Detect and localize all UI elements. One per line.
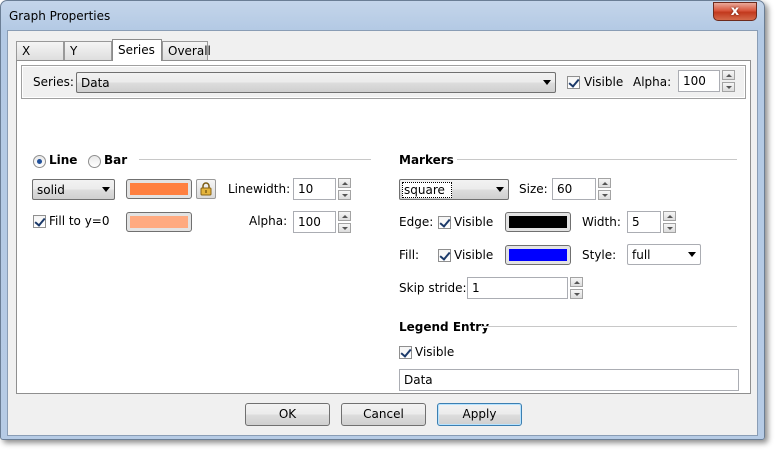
series-tab-panel: Series: Data Visible Alpha: 100 Line Bar (16, 60, 751, 394)
fill-to-zero-label: Fill to y=0 (49, 214, 110, 228)
linewidth-label: Linewidth: (228, 182, 291, 196)
markers-divider (457, 159, 737, 161)
edge-color-button[interactable] (505, 212, 571, 232)
fill-to-zero-checkbox[interactable] (33, 215, 46, 228)
chevron-down-icon (496, 187, 504, 192)
dialog-client: X Axis Y Axis Series Overall Series: Dat… (7, 30, 758, 436)
marker-size-spinner[interactable]: 60 (552, 178, 611, 200)
tab-y-axis[interactable]: Y Axis (64, 41, 112, 76)
spin-down-icon[interactable] (722, 82, 735, 92)
close-button[interactable]: x (713, 2, 757, 21)
series-selector-group: Series: Data Visible Alpha: 100 (21, 65, 746, 99)
tab-series[interactable]: Series (112, 39, 162, 61)
marker-style-value: full (632, 248, 651, 262)
line-color-swatch (130, 183, 188, 195)
ok-button[interactable]: OK (245, 403, 330, 426)
linewidth-spinner[interactable]: 10 (293, 178, 351, 200)
skip-stride-label: Skip stride: (399, 281, 467, 295)
legend-entry-input[interactable]: Data (399, 369, 739, 391)
chevron-down-icon (102, 187, 110, 192)
series-alpha-field[interactable]: 100 (678, 70, 720, 92)
tab-overall[interactable]: Overall (162, 41, 211, 60)
line-radio[interactable] (33, 155, 46, 168)
marker-fill-color-swatch (509, 249, 567, 261)
series-dropdown[interactable]: Data (76, 72, 556, 93)
apply-button[interactable]: Apply (437, 403, 522, 426)
skip-stride-spinner[interactable]: 1 (467, 277, 583, 299)
marker-size-label: Size: (519, 182, 548, 196)
skip-stride-field[interactable]: 1 (467, 277, 568, 299)
edge-color-swatch (509, 216, 567, 228)
chevron-down-icon (543, 80, 551, 85)
fill-color-button[interactable] (126, 212, 192, 232)
series-visible-label: Visible (584, 75, 624, 89)
lock-icon (200, 182, 212, 196)
spin-up-icon[interactable] (338, 211, 351, 221)
line-radio-label: Line (49, 153, 78, 167)
marker-size-field[interactable]: 60 (552, 178, 596, 200)
chevron-down-icon (688, 252, 696, 257)
edge-width-label: Width: (582, 215, 621, 229)
skip-stride-value: 1 (472, 281, 480, 295)
legend-entry-value: Data (404, 373, 433, 387)
spin-down-icon[interactable] (338, 190, 351, 200)
linewidth-field[interactable]: 10 (293, 178, 336, 200)
bar-radio[interactable] (88, 155, 101, 168)
series-label: Series: (33, 75, 74, 89)
fill-color-swatch (130, 216, 188, 228)
series-alpha-value: 100 (683, 74, 706, 88)
spin-up-icon[interactable] (722, 70, 735, 80)
title-bar[interactable]: Graph Properties x (1, 1, 764, 31)
tab-x-axis[interactable]: X Axis (16, 41, 64, 76)
spin-down-icon[interactable] (570, 289, 583, 299)
spin-up-icon[interactable] (570, 277, 583, 287)
legend-heading: Legend Entry (399, 320, 490, 334)
spin-down-icon[interactable] (598, 190, 611, 200)
series-visible-checkbox[interactable] (567, 76, 580, 89)
marker-fill-visible-checkbox[interactable] (438, 249, 451, 262)
graph-properties-window: Graph Properties x X Axis Y Axis Series … (0, 0, 765, 440)
spin-down-icon[interactable] (338, 223, 351, 233)
legend-visible-label: Visible (415, 345, 455, 359)
cancel-button[interactable]: Cancel (341, 403, 426, 426)
close-icon: x (730, 4, 740, 19)
window-title: Graph Properties (9, 9, 111, 23)
marker-fill-color-button[interactable] (505, 245, 571, 265)
legend-divider (481, 326, 737, 328)
marker-size-value: 60 (557, 182, 573, 196)
line-color-button[interactable] (126, 179, 192, 199)
edge-width-value: 5 (632, 215, 640, 229)
lock-color-button[interactable] (196, 179, 216, 199)
line-section-divider (139, 159, 371, 161)
edge-width-spinner[interactable]: 5 (627, 211, 676, 233)
edge-visible-checkbox[interactable] (438, 216, 451, 229)
line-style-dropdown[interactable]: solid (32, 179, 115, 200)
edge-width-field[interactable]: 5 (627, 211, 661, 233)
spin-up-icon[interactable] (663, 211, 676, 221)
edge-visible-label: Visible (454, 215, 494, 229)
fill-alpha-spinner[interactable]: 100 (293, 211, 351, 233)
line-style-value: solid (37, 183, 65, 197)
bar-radio-label: Bar (104, 153, 128, 167)
spin-up-icon[interactable] (338, 178, 351, 188)
marker-style-label: Style: (582, 248, 617, 262)
marker-shape-dropdown[interactable]: square (399, 179, 509, 200)
fill-alpha-field[interactable]: 100 (293, 211, 336, 233)
marker-fill-visible-label: Visible (454, 248, 494, 262)
spin-up-icon[interactable] (598, 178, 611, 188)
fill-alpha-label: Alpha: (249, 214, 288, 228)
series-alpha-spinner[interactable]: 100 (678, 70, 735, 92)
markers-heading: Markers (399, 153, 454, 167)
marker-style-dropdown[interactable]: full (627, 244, 701, 265)
fill-alpha-value: 100 (298, 215, 321, 229)
marker-fill-label: Fill: (399, 248, 420, 262)
edge-label: Edge: (399, 215, 434, 229)
legend-visible-checkbox[interactable] (399, 346, 412, 359)
series-dropdown-value: Data (81, 76, 110, 90)
series-alpha-label: Alpha: (633, 75, 672, 89)
spin-down-icon[interactable] (663, 223, 676, 233)
marker-shape-value: square (402, 182, 452, 198)
linewidth-value: 10 (298, 182, 314, 196)
